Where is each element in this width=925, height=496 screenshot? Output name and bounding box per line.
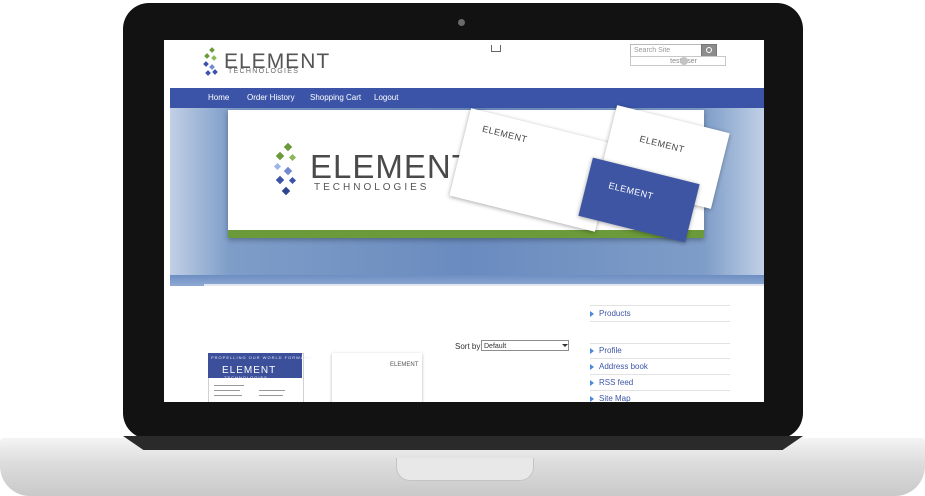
product-text-line — [214, 395, 242, 396]
sort-select[interactable]: Default — [481, 340, 569, 351]
browser-screen: ELEMENT TECHNOLOGIES Search Site test us… — [164, 40, 764, 402]
banner-logo-text: ELEMENT — [310, 148, 473, 185]
sort-label: Sort by — [455, 342, 481, 351]
sidebar-item-rss-feed[interactable]: RSS feed — [590, 378, 633, 387]
arrow-right-icon — [590, 379, 594, 386]
sidebar-divider — [590, 343, 730, 344]
sidebar-divider — [590, 374, 730, 375]
card-logo-text: ELEMENT — [481, 123, 529, 145]
product-text-line — [214, 390, 240, 391]
sidebar-item-profile[interactable]: Profile — [590, 346, 622, 355]
cart-icon[interactable] — [491, 45, 501, 52]
search-icon — [706, 47, 712, 53]
main-nav: Home Order History Shopping Cart Logout — [170, 88, 764, 108]
product-logo-subtext: TECHNOLOGIES — [224, 375, 268, 380]
banner-green-strip — [228, 230, 704, 238]
logo-subtext: TECHNOLOGIES — [228, 68, 300, 75]
card-logo-text: ELEMENT — [638, 133, 686, 155]
lid-opening-notch — [396, 458, 534, 481]
arrow-right-icon — [590, 310, 594, 317]
sidebar-divider — [590, 305, 730, 306]
sidebar-divider — [590, 390, 730, 391]
card-logo-text: ELEMENT — [607, 180, 655, 202]
banner-logo-subtext: TECHNOLOGIES — [314, 182, 430, 193]
laptop-hinge — [123, 436, 803, 450]
sidebar-item-address-book[interactable]: Address book — [590, 362, 648, 371]
webcam — [458, 19, 465, 26]
product-tagline: PROPELLING OUR WORLD FORWARD — [211, 355, 313, 360]
sidebar-item-products[interactable]: Products — [590, 309, 631, 318]
sidebar-divider — [590, 358, 730, 359]
product-logo-text: ELEMENT — [390, 362, 419, 368]
logo-mark-icon — [203, 47, 222, 78]
product-text-line — [259, 390, 285, 391]
chevron-down-icon — [562, 344, 568, 347]
arrow-right-icon — [590, 363, 594, 370]
arrow-right-icon — [590, 347, 594, 354]
user-avatar-icon — [680, 57, 688, 65]
product-text-line — [214, 385, 244, 386]
nav-logout[interactable]: Logout — [374, 88, 398, 108]
banner-logo-mark-icon — [273, 142, 308, 200]
product-text-line — [259, 395, 283, 396]
sidebar-item-site-map[interactable]: Site Map — [590, 394, 631, 402]
user-label[interactable]: test user — [630, 56, 726, 66]
nav-home[interactable]: Home — [208, 88, 229, 108]
nav-order-history[interactable]: Order History — [247, 88, 295, 108]
sidebar-divider — [590, 321, 730, 322]
nav-shopping-cart[interactable]: Shopping Cart — [310, 88, 361, 108]
content-divider — [204, 284, 764, 286]
arrow-right-icon — [590, 395, 594, 402]
product-card-letterhead[interactable] — [332, 353, 422, 402]
